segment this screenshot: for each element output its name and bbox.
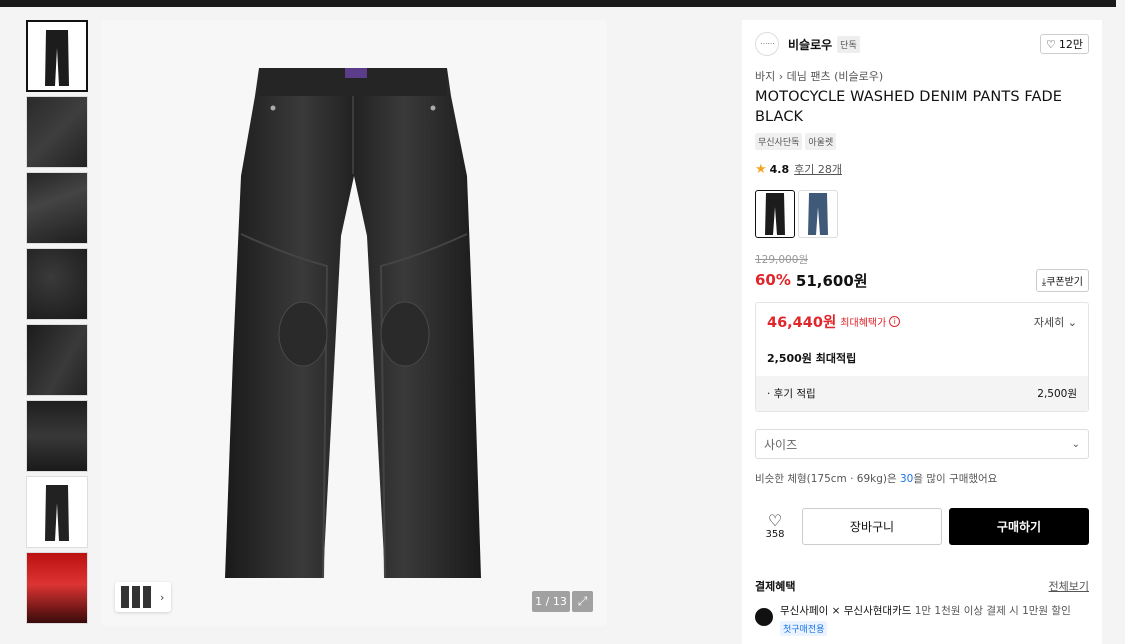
wishlist-button[interactable]: ♡ 358	[755, 510, 795, 540]
breadcrumb-item[interactable]: 데님 팬츠 (비슬로우)	[787, 70, 884, 83]
promo-badge: 첫구매전용	[780, 621, 828, 636]
color-swatch-black[interactable]	[755, 190, 795, 238]
see-all-link[interactable]: 전체보기	[1049, 578, 1089, 594]
strip-thumb-1	[121, 586, 129, 608]
card-logo-icon	[755, 608, 773, 626]
badge: 무신사단독	[755, 133, 803, 150]
chevron-down-icon: ⌄	[1071, 438, 1080, 450]
heart-icon: ♡	[767, 510, 783, 530]
review-link[interactable]: 후기 28개	[794, 161, 842, 177]
promo-title: 무신사페이 × 무신사현대카드	[780, 605, 912, 617]
fit-note-suffix: 을 많이 구매했어요	[913, 473, 998, 485]
chevron-down-icon: ⌄	[1067, 315, 1077, 329]
product-panel: · · · · · · 비슬로우 단독 ♡ 12만 바지 › 데님 팬츠 (비슬…	[742, 20, 1102, 644]
coupon-button[interactable]: ⤓쿠폰받기	[1035, 268, 1089, 292]
original-price: 129,000원	[755, 254, 809, 266]
points-row: 2,500원 최대적립	[767, 352, 857, 365]
breadcrumb-item[interactable]: 바지	[755, 70, 775, 83]
exclusive-tag: 단독	[837, 35, 860, 53]
rating: ★ 4.8 후기 28개	[755, 161, 842, 177]
size-select-placeholder: 사이즈	[764, 437, 798, 452]
max-benefit-row[interactable]: 46,440원 최대혜택가 i 자세히 ⌄	[756, 303, 1088, 340]
wishlist-count: 358	[765, 528, 785, 540]
main-product-image: › 1 / 13 ⤢	[101, 20, 607, 626]
detail-label: 자세히	[1033, 315, 1065, 329]
max-benefit-price: 46,440원	[767, 315, 837, 331]
thumbnail-list	[26, 20, 89, 628]
rating-score: 4.8	[769, 162, 790, 176]
review-points-value: 2,500원	[1037, 388, 1077, 400]
sale-price: 51,600원	[795, 271, 868, 290]
payment-benefits-title: 결제혜택	[755, 580, 796, 593]
thumbnail-2[interactable]	[26, 96, 88, 168]
payment-promo[interactable]: 무신사페이 × 무신사현대카드 1만 1천원 이상 결제 시 1만원 할인 첫구…	[755, 603, 1089, 636]
product-title: MOTOCYCLE WASHED DENIM PANTS FADE BLACK	[755, 89, 1062, 125]
size-select[interactable]: 사이즈 ⌄	[755, 429, 1089, 459]
heart-icon: ♡	[1046, 37, 1056, 51]
thumbnail-7[interactable]	[26, 476, 88, 548]
brand-like-button[interactable]: ♡ 12만	[1040, 34, 1089, 54]
fit-note-prefix: 비슷한 체형(175cm · 69kg)은	[755, 473, 900, 485]
chevron-right-icon[interactable]: ›	[160, 591, 164, 604]
fit-note: 비슷한 체형(175cm · 69kg)은 30을 많이 구매했어요	[755, 471, 997, 486]
view-strip[interactable]: ›	[115, 582, 171, 612]
thumbnail-4[interactable]	[26, 248, 88, 320]
color-swatch-blue[interactable]	[798, 190, 838, 238]
thumbnail-3[interactable]	[26, 172, 88, 244]
review-points-row: · 후기 적립 2,500원	[756, 376, 1088, 411]
product-badges: 무신사단독 아울렛	[755, 133, 837, 150]
expand-icon[interactable]: ⤢	[572, 591, 593, 612]
chevron-right-icon: ›	[778, 70, 787, 83]
buy-button[interactable]: 구매하기	[949, 507, 1089, 545]
fit-note-size: 30	[900, 473, 914, 485]
benefit-box: 46,440원 최대혜택가 i 자세히 ⌄ 2,500원 최대적립 · 후기 적…	[755, 302, 1089, 412]
brand-logo[interactable]: · · · · · ·	[755, 32, 779, 56]
brand-like-count: 12만	[1058, 38, 1083, 51]
price-row: 60% 51,600원 ⤓쿠폰받기	[755, 268, 1089, 292]
action-bar: ♡ 358 장바구니 구매하기	[755, 507, 1089, 545]
image-counter: 1 / 13	[532, 591, 570, 612]
thumbnail-8[interactable]	[26, 552, 88, 624]
review-points-label: · 후기 적립	[767, 388, 816, 400]
coupon-label: 쿠폰받기	[1046, 276, 1083, 288]
detail-toggle[interactable]: 자세히 ⌄	[1034, 314, 1077, 330]
badge: 아울렛	[805, 133, 837, 150]
payment-benefits-header: 결제혜택 전체보기	[755, 578, 1089, 594]
thumbnail-6[interactable]	[26, 400, 88, 472]
payment-promo-text: 무신사페이 × 무신사현대카드 1만 1천원 이상 결제 시 1만원 할인 첫구…	[780, 603, 1071, 636]
thumbnail-5[interactable]	[26, 324, 88, 396]
promo-desc: 1만 1천원 이상 결제 시 1만원 할인	[911, 605, 1071, 617]
color-options	[755, 190, 838, 238]
discount-rate: 60%	[755, 271, 791, 289]
cart-button[interactable]: 장바구니	[802, 507, 942, 545]
thumbnail-1[interactable]	[26, 20, 88, 92]
brand-row: · · · · · · 비슬로우 단독 ♡ 12만	[755, 32, 1089, 56]
breadcrumb: 바지 › 데님 팬츠 (비슬로우)	[755, 68, 883, 84]
top-bar	[0, 0, 1116, 7]
strip-thumb-2	[132, 586, 140, 608]
pants-image	[225, 68, 481, 579]
info-icon[interactable]: i	[889, 316, 901, 327]
strip-thumb-3	[143, 586, 151, 608]
star-icon: ★	[755, 161, 767, 177]
max-benefit-label: 최대혜택가	[840, 318, 887, 329]
brand-name[interactable]: 비슬로우	[788, 36, 832, 53]
